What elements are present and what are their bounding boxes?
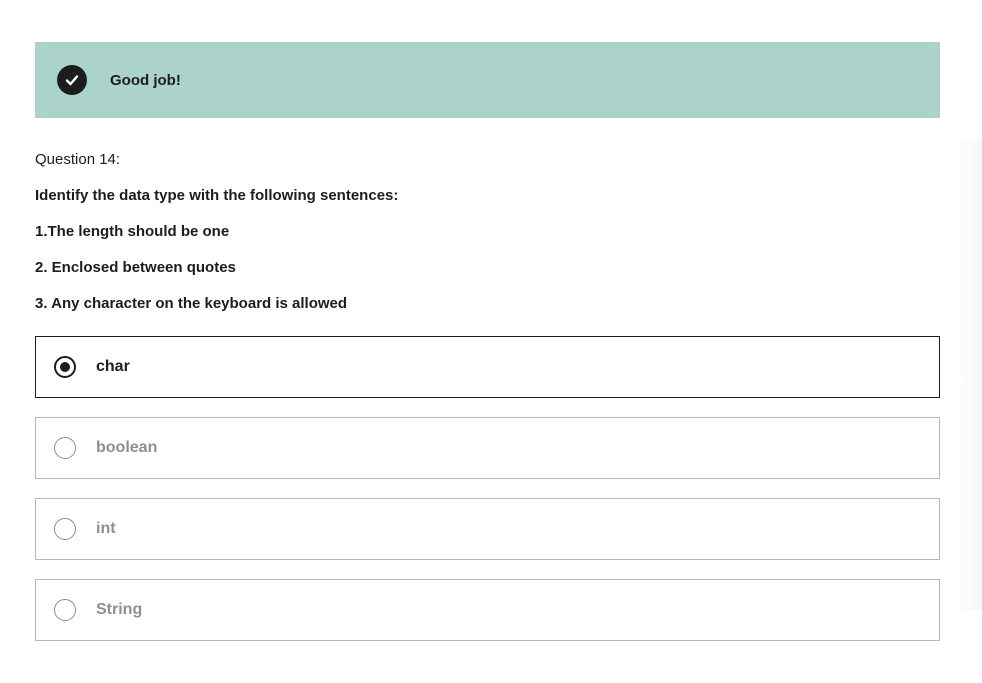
option-string[interactable]: String (35, 579, 940, 641)
feedback-message: Good job! (110, 71, 181, 89)
radio-unselected-icon[interactable] (54, 599, 76, 621)
option-label: String (96, 601, 143, 618)
question-line: 1.The length should be one (35, 223, 230, 240)
radio-dot (60, 362, 70, 372)
answer-options: char boolean int String (35, 336, 940, 660)
radio-unselected-icon[interactable] (54, 437, 76, 459)
feedback-banner: Good job! (35, 42, 940, 118)
question-line: 2. Enclosed between quotes (35, 259, 236, 276)
question-block: Question 14: Identify the data type with… (35, 150, 940, 314)
option-label: boolean (96, 439, 158, 456)
option-label: int (96, 520, 116, 537)
quiz-page: Good job! Question 14: Identify the data… (0, 0, 982, 683)
question-number: Question 14: (35, 151, 121, 168)
question-prompt: Identify the data type with the followin… (35, 187, 399, 204)
side-panel-shadow (954, 140, 982, 610)
radio-selected-icon[interactable] (54, 356, 76, 378)
option-int[interactable]: int (35, 498, 940, 560)
radio-unselected-icon[interactable] (54, 518, 76, 540)
option-label: char (96, 358, 130, 375)
option-boolean[interactable]: boolean (35, 417, 940, 479)
check-circle-icon (57, 65, 87, 95)
option-char[interactable]: char (35, 336, 940, 398)
question-line: 3. Any character on the keyboard is allo… (35, 295, 348, 312)
